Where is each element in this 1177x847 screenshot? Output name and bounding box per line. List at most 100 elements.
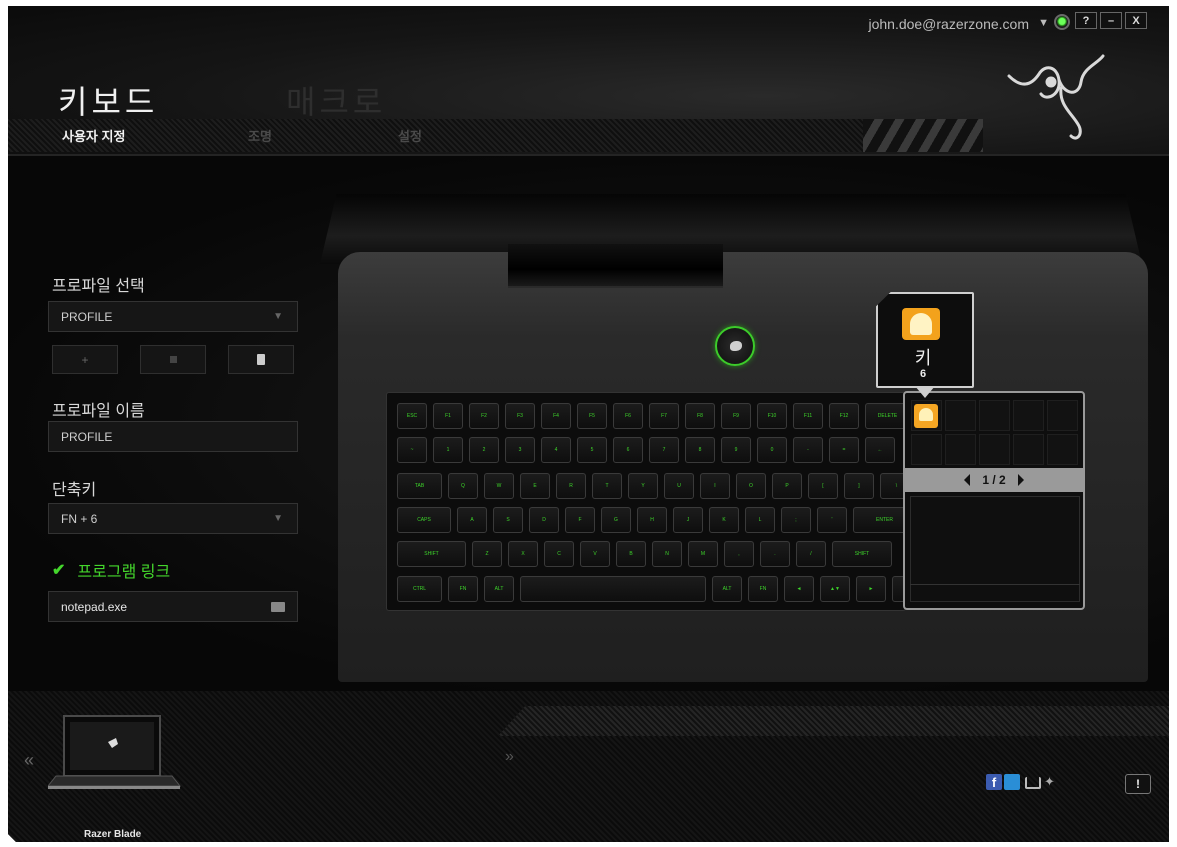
- tab-keyboard[interactable]: 키보드: [58, 77, 158, 123]
- twitter-icon[interactable]: [1004, 774, 1020, 790]
- switchblade-key[interactable]: [979, 400, 1010, 431]
- key-r[interactable]: R: [556, 473, 586, 499]
- key-fn[interactable]: FN: [448, 576, 478, 602]
- key-u[interactable]: U: [664, 473, 694, 499]
- page-prev-icon[interactable]: [964, 474, 970, 486]
- user-menu-caret-icon[interactable]: ▼: [1038, 17, 1049, 29]
- key-p[interactable]: P: [772, 473, 802, 499]
- key-d[interactable]: D: [529, 507, 559, 533]
- key-tab[interactable]: TAB: [397, 473, 442, 499]
- key-5[interactable]: 5: [577, 437, 607, 463]
- key-f12[interactable]: F12: [829, 403, 859, 429]
- key-9[interactable]: 9: [721, 437, 751, 463]
- key-symbol[interactable]: ▲▼: [820, 576, 850, 602]
- key-symbol[interactable]: .: [760, 541, 790, 567]
- key-f6[interactable]: F6: [613, 403, 643, 429]
- folder-icon[interactable]: [271, 602, 285, 612]
- add-profile-button[interactable]: +: [52, 345, 118, 374]
- key-symbol[interactable]: ': [817, 507, 847, 533]
- user-email[interactable]: john.doe@razerzone.com: [868, 16, 1029, 32]
- key-symbol[interactable]: /: [796, 541, 826, 567]
- profile-select-dropdown[interactable]: PROFILE ▼: [48, 301, 298, 332]
- key-symbol[interactable]: ,: [724, 541, 754, 567]
- facebook-icon[interactable]: f: [986, 774, 1002, 790]
- key-3[interactable]: 3: [505, 437, 535, 463]
- power-button[interactable]: [715, 326, 755, 366]
- key-g[interactable]: G: [601, 507, 631, 533]
- tab-macro[interactable]: 매크로: [286, 77, 386, 123]
- cart-icon[interactable]: [1025, 777, 1041, 789]
- key-symbol[interactable]: -: [793, 437, 823, 463]
- minimize-button[interactable]: –: [1100, 12, 1122, 29]
- razer-blade-thumbnail[interactable]: [48, 714, 188, 796]
- key-q[interactable]: Q: [448, 473, 478, 499]
- key-x[interactable]: X: [508, 541, 538, 567]
- key-f11[interactable]: F11: [793, 403, 823, 429]
- program-path-input[interactable]: notepad.exe: [48, 591, 298, 622]
- key-e[interactable]: E: [520, 473, 550, 499]
- key-7[interactable]: 7: [649, 437, 679, 463]
- device-next-button[interactable]: »: [505, 748, 514, 766]
- key-symbol[interactable]: ~: [397, 437, 427, 463]
- key-0[interactable]: 0: [757, 437, 787, 463]
- subtab-settings[interactable]: 설정: [398, 126, 422, 145]
- switchblade-key[interactable]: [1047, 400, 1078, 431]
- switchblade-key[interactable]: [945, 400, 976, 431]
- key-o[interactable]: O: [736, 473, 766, 499]
- key-f3[interactable]: F3: [505, 403, 535, 429]
- key-f8[interactable]: F8: [685, 403, 715, 429]
- switchblade-key[interactable]: [1013, 434, 1044, 465]
- razer-icon[interactable]: ✦: [1044, 774, 1060, 790]
- key-j[interactable]: J: [673, 507, 703, 533]
- key-4[interactable]: 4: [541, 437, 571, 463]
- key-y[interactable]: Y: [628, 473, 658, 499]
- key-v[interactable]: V: [580, 541, 610, 567]
- key-f5[interactable]: F5: [577, 403, 607, 429]
- key-1[interactable]: 1: [433, 437, 463, 463]
- key-a[interactable]: A: [457, 507, 487, 533]
- key-f7[interactable]: F7: [649, 403, 679, 429]
- key-alt[interactable]: ALT: [712, 576, 742, 602]
- switchblade-key[interactable]: [979, 434, 1010, 465]
- key-6[interactable]: 6: [613, 437, 643, 463]
- key-symbol[interactable]: ]: [844, 473, 874, 499]
- key-alt[interactable]: ALT: [484, 576, 514, 602]
- copy-profile-button[interactable]: [140, 345, 206, 374]
- key-symbol[interactable]: ;: [781, 507, 811, 533]
- page-next-icon[interactable]: [1018, 474, 1024, 486]
- switchblade-key-1-icon[interactable]: [914, 404, 938, 428]
- device-prev-button[interactable]: «: [24, 750, 34, 771]
- subtab-customize[interactable]: 사용자 지정: [62, 126, 125, 145]
- key-f2[interactable]: F2: [469, 403, 499, 429]
- key-symbol[interactable]: ►: [856, 576, 886, 602]
- key-caps[interactable]: CAPS: [397, 507, 451, 533]
- key-f9[interactable]: F9: [721, 403, 751, 429]
- key-f1[interactable]: F1: [433, 403, 463, 429]
- key-c[interactable]: C: [544, 541, 574, 567]
- key-i[interactable]: I: [700, 473, 730, 499]
- program-link-checkbox[interactable]: ✔ 프로그램 링크: [52, 558, 170, 582]
- delete-profile-button[interactable]: [228, 345, 294, 374]
- close-button[interactable]: X: [1125, 12, 1147, 29]
- key-symbol[interactable]: ←: [865, 437, 895, 463]
- switchblade-key[interactable]: [945, 434, 976, 465]
- key-z[interactable]: Z: [472, 541, 502, 567]
- key-8[interactable]: 8: [685, 437, 715, 463]
- switchblade-key[interactable]: [1047, 434, 1078, 465]
- key-b[interactable]: B: [616, 541, 646, 567]
- key-shift[interactable]: SHIFT: [397, 541, 466, 567]
- key-f4[interactable]: F4: [541, 403, 571, 429]
- subtab-lighting[interactable]: 조명: [248, 126, 272, 145]
- key-h[interactable]: H: [637, 507, 667, 533]
- key-symbol[interactable]: ◄: [784, 576, 814, 602]
- key-space[interactable]: [520, 576, 706, 602]
- key-t[interactable]: T: [592, 473, 622, 499]
- key-m[interactable]: M: [688, 541, 718, 567]
- key-l[interactable]: L: [745, 507, 775, 533]
- key-fn[interactable]: FN: [748, 576, 778, 602]
- key-esc[interactable]: ESC: [397, 403, 427, 429]
- key-symbol[interactable]: =: [829, 437, 859, 463]
- switchblade-key[interactable]: [1013, 400, 1044, 431]
- hotkey-dropdown[interactable]: FN + 6 ▼: [48, 503, 298, 534]
- key-f10[interactable]: F10: [757, 403, 787, 429]
